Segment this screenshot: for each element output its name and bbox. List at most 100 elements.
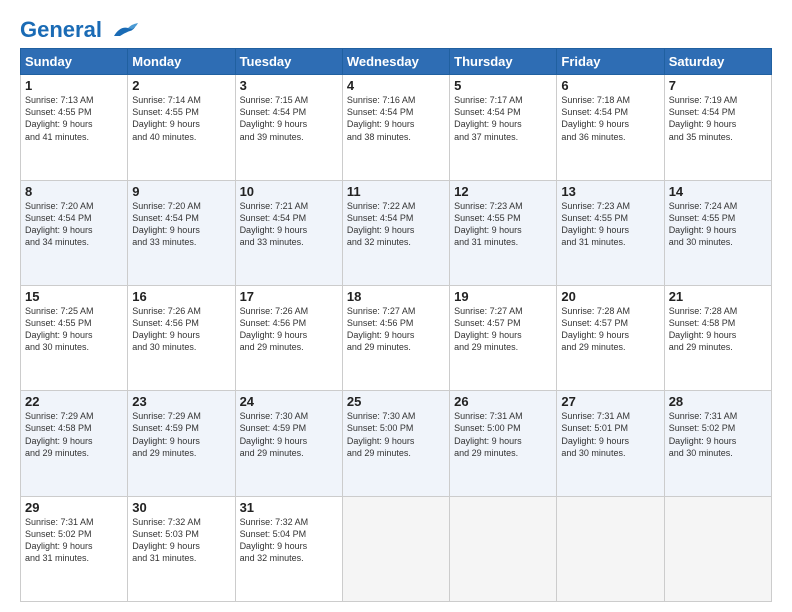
day-number: 24 [240,394,338,409]
logo-bird-icon [110,22,138,40]
day-number: 7 [669,78,767,93]
day-header-thursday: Thursday [450,49,557,75]
day-number: 19 [454,289,552,304]
calendar: SundayMondayTuesdayWednesdayThursdayFrid… [20,48,772,602]
day-number: 17 [240,289,338,304]
day-cell: 31Sunrise: 7:32 AM Sunset: 5:04 PM Dayli… [235,496,342,601]
day-info: Sunrise: 7:28 AM Sunset: 4:57 PM Dayligh… [561,305,659,354]
day-info: Sunrise: 7:26 AM Sunset: 4:56 PM Dayligh… [240,305,338,354]
day-header-sunday: Sunday [21,49,128,75]
day-cell: 16Sunrise: 7:26 AM Sunset: 4:56 PM Dayli… [128,285,235,390]
day-number: 5 [454,78,552,93]
day-cell: 1Sunrise: 7:13 AM Sunset: 4:55 PM Daylig… [21,75,128,180]
day-cell: 10Sunrise: 7:21 AM Sunset: 4:54 PM Dayli… [235,180,342,285]
day-info: Sunrise: 7:31 AM Sunset: 5:02 PM Dayligh… [25,516,123,565]
day-number: 13 [561,184,659,199]
day-number: 11 [347,184,445,199]
day-info: Sunrise: 7:20 AM Sunset: 4:54 PM Dayligh… [132,200,230,249]
day-number: 31 [240,500,338,515]
day-cell: 23Sunrise: 7:29 AM Sunset: 4:59 PM Dayli… [128,391,235,496]
day-cell: 18Sunrise: 7:27 AM Sunset: 4:56 PM Dayli… [342,285,449,390]
day-number: 18 [347,289,445,304]
day-cell: 11Sunrise: 7:22 AM Sunset: 4:54 PM Dayli… [342,180,449,285]
day-cell: 29Sunrise: 7:31 AM Sunset: 5:02 PM Dayli… [21,496,128,601]
day-cell: 3Sunrise: 7:15 AM Sunset: 4:54 PM Daylig… [235,75,342,180]
day-cell: 27Sunrise: 7:31 AM Sunset: 5:01 PM Dayli… [557,391,664,496]
day-info: Sunrise: 7:20 AM Sunset: 4:54 PM Dayligh… [25,200,123,249]
day-info: Sunrise: 7:29 AM Sunset: 4:58 PM Dayligh… [25,410,123,459]
day-header-monday: Monday [128,49,235,75]
page: General SundayMondayTuesdayWednesdayThur… [0,0,792,612]
day-header-tuesday: Tuesday [235,49,342,75]
day-number: 8 [25,184,123,199]
day-number: 2 [132,78,230,93]
week-row-1: 1Sunrise: 7:13 AM Sunset: 4:55 PM Daylig… [21,75,772,180]
day-cell: 17Sunrise: 7:26 AM Sunset: 4:56 PM Dayli… [235,285,342,390]
day-cell: 4Sunrise: 7:16 AM Sunset: 4:54 PM Daylig… [342,75,449,180]
day-number: 3 [240,78,338,93]
day-info: Sunrise: 7:19 AM Sunset: 4:54 PM Dayligh… [669,94,767,143]
day-number: 4 [347,78,445,93]
day-info: Sunrise: 7:22 AM Sunset: 4:54 PM Dayligh… [347,200,445,249]
day-cell: 30Sunrise: 7:32 AM Sunset: 5:03 PM Dayli… [128,496,235,601]
header-row: SundayMondayTuesdayWednesdayThursdayFrid… [21,49,772,75]
day-cell: 24Sunrise: 7:30 AM Sunset: 4:59 PM Dayli… [235,391,342,496]
day-number: 16 [132,289,230,304]
day-info: Sunrise: 7:32 AM Sunset: 5:04 PM Dayligh… [240,516,338,565]
day-number: 29 [25,500,123,515]
day-header-wednesday: Wednesday [342,49,449,75]
day-info: Sunrise: 7:25 AM Sunset: 4:55 PM Dayligh… [25,305,123,354]
day-info: Sunrise: 7:17 AM Sunset: 4:54 PM Dayligh… [454,94,552,143]
day-cell: 6Sunrise: 7:18 AM Sunset: 4:54 PM Daylig… [557,75,664,180]
week-row-5: 29Sunrise: 7:31 AM Sunset: 5:02 PM Dayli… [21,496,772,601]
day-cell: 22Sunrise: 7:29 AM Sunset: 4:58 PM Dayli… [21,391,128,496]
day-header-saturday: Saturday [664,49,771,75]
day-info: Sunrise: 7:30 AM Sunset: 4:59 PM Dayligh… [240,410,338,459]
day-info: Sunrise: 7:31 AM Sunset: 5:02 PM Dayligh… [669,410,767,459]
day-number: 22 [25,394,123,409]
day-number: 30 [132,500,230,515]
day-cell: 26Sunrise: 7:31 AM Sunset: 5:00 PM Dayli… [450,391,557,496]
day-info: Sunrise: 7:26 AM Sunset: 4:56 PM Dayligh… [132,305,230,354]
day-info: Sunrise: 7:23 AM Sunset: 4:55 PM Dayligh… [454,200,552,249]
day-number: 26 [454,394,552,409]
day-cell: 7Sunrise: 7:19 AM Sunset: 4:54 PM Daylig… [664,75,771,180]
day-number: 21 [669,289,767,304]
day-cell: 5Sunrise: 7:17 AM Sunset: 4:54 PM Daylig… [450,75,557,180]
week-row-4: 22Sunrise: 7:29 AM Sunset: 4:58 PM Dayli… [21,391,772,496]
day-cell [557,496,664,601]
calendar-body: 1Sunrise: 7:13 AM Sunset: 4:55 PM Daylig… [21,75,772,602]
logo-text: General [20,18,138,42]
day-number: 10 [240,184,338,199]
day-cell: 15Sunrise: 7:25 AM Sunset: 4:55 PM Dayli… [21,285,128,390]
day-number: 14 [669,184,767,199]
day-cell [450,496,557,601]
day-info: Sunrise: 7:31 AM Sunset: 5:00 PM Dayligh… [454,410,552,459]
calendar-table: SundayMondayTuesdayWednesdayThursdayFrid… [20,48,772,602]
header: General [20,18,772,38]
day-info: Sunrise: 7:16 AM Sunset: 4:54 PM Dayligh… [347,94,445,143]
day-info: Sunrise: 7:27 AM Sunset: 4:56 PM Dayligh… [347,305,445,354]
day-cell: 9Sunrise: 7:20 AM Sunset: 4:54 PM Daylig… [128,180,235,285]
day-info: Sunrise: 7:31 AM Sunset: 5:01 PM Dayligh… [561,410,659,459]
day-info: Sunrise: 7:29 AM Sunset: 4:59 PM Dayligh… [132,410,230,459]
day-cell: 25Sunrise: 7:30 AM Sunset: 5:00 PM Dayli… [342,391,449,496]
day-cell: 8Sunrise: 7:20 AM Sunset: 4:54 PM Daylig… [21,180,128,285]
day-cell: 28Sunrise: 7:31 AM Sunset: 5:02 PM Dayli… [664,391,771,496]
week-row-2: 8Sunrise: 7:20 AM Sunset: 4:54 PM Daylig… [21,180,772,285]
day-number: 27 [561,394,659,409]
logo: General [20,18,138,38]
day-number: 20 [561,289,659,304]
day-info: Sunrise: 7:18 AM Sunset: 4:54 PM Dayligh… [561,94,659,143]
day-cell: 20Sunrise: 7:28 AM Sunset: 4:57 PM Dayli… [557,285,664,390]
day-number: 28 [669,394,767,409]
day-info: Sunrise: 7:30 AM Sunset: 5:00 PM Dayligh… [347,410,445,459]
day-info: Sunrise: 7:15 AM Sunset: 4:54 PM Dayligh… [240,94,338,143]
day-cell: 19Sunrise: 7:27 AM Sunset: 4:57 PM Dayli… [450,285,557,390]
day-number: 23 [132,394,230,409]
day-number: 6 [561,78,659,93]
day-info: Sunrise: 7:27 AM Sunset: 4:57 PM Dayligh… [454,305,552,354]
day-cell: 2Sunrise: 7:14 AM Sunset: 4:55 PM Daylig… [128,75,235,180]
calendar-header: SundayMondayTuesdayWednesdayThursdayFrid… [21,49,772,75]
day-cell: 12Sunrise: 7:23 AM Sunset: 4:55 PM Dayli… [450,180,557,285]
